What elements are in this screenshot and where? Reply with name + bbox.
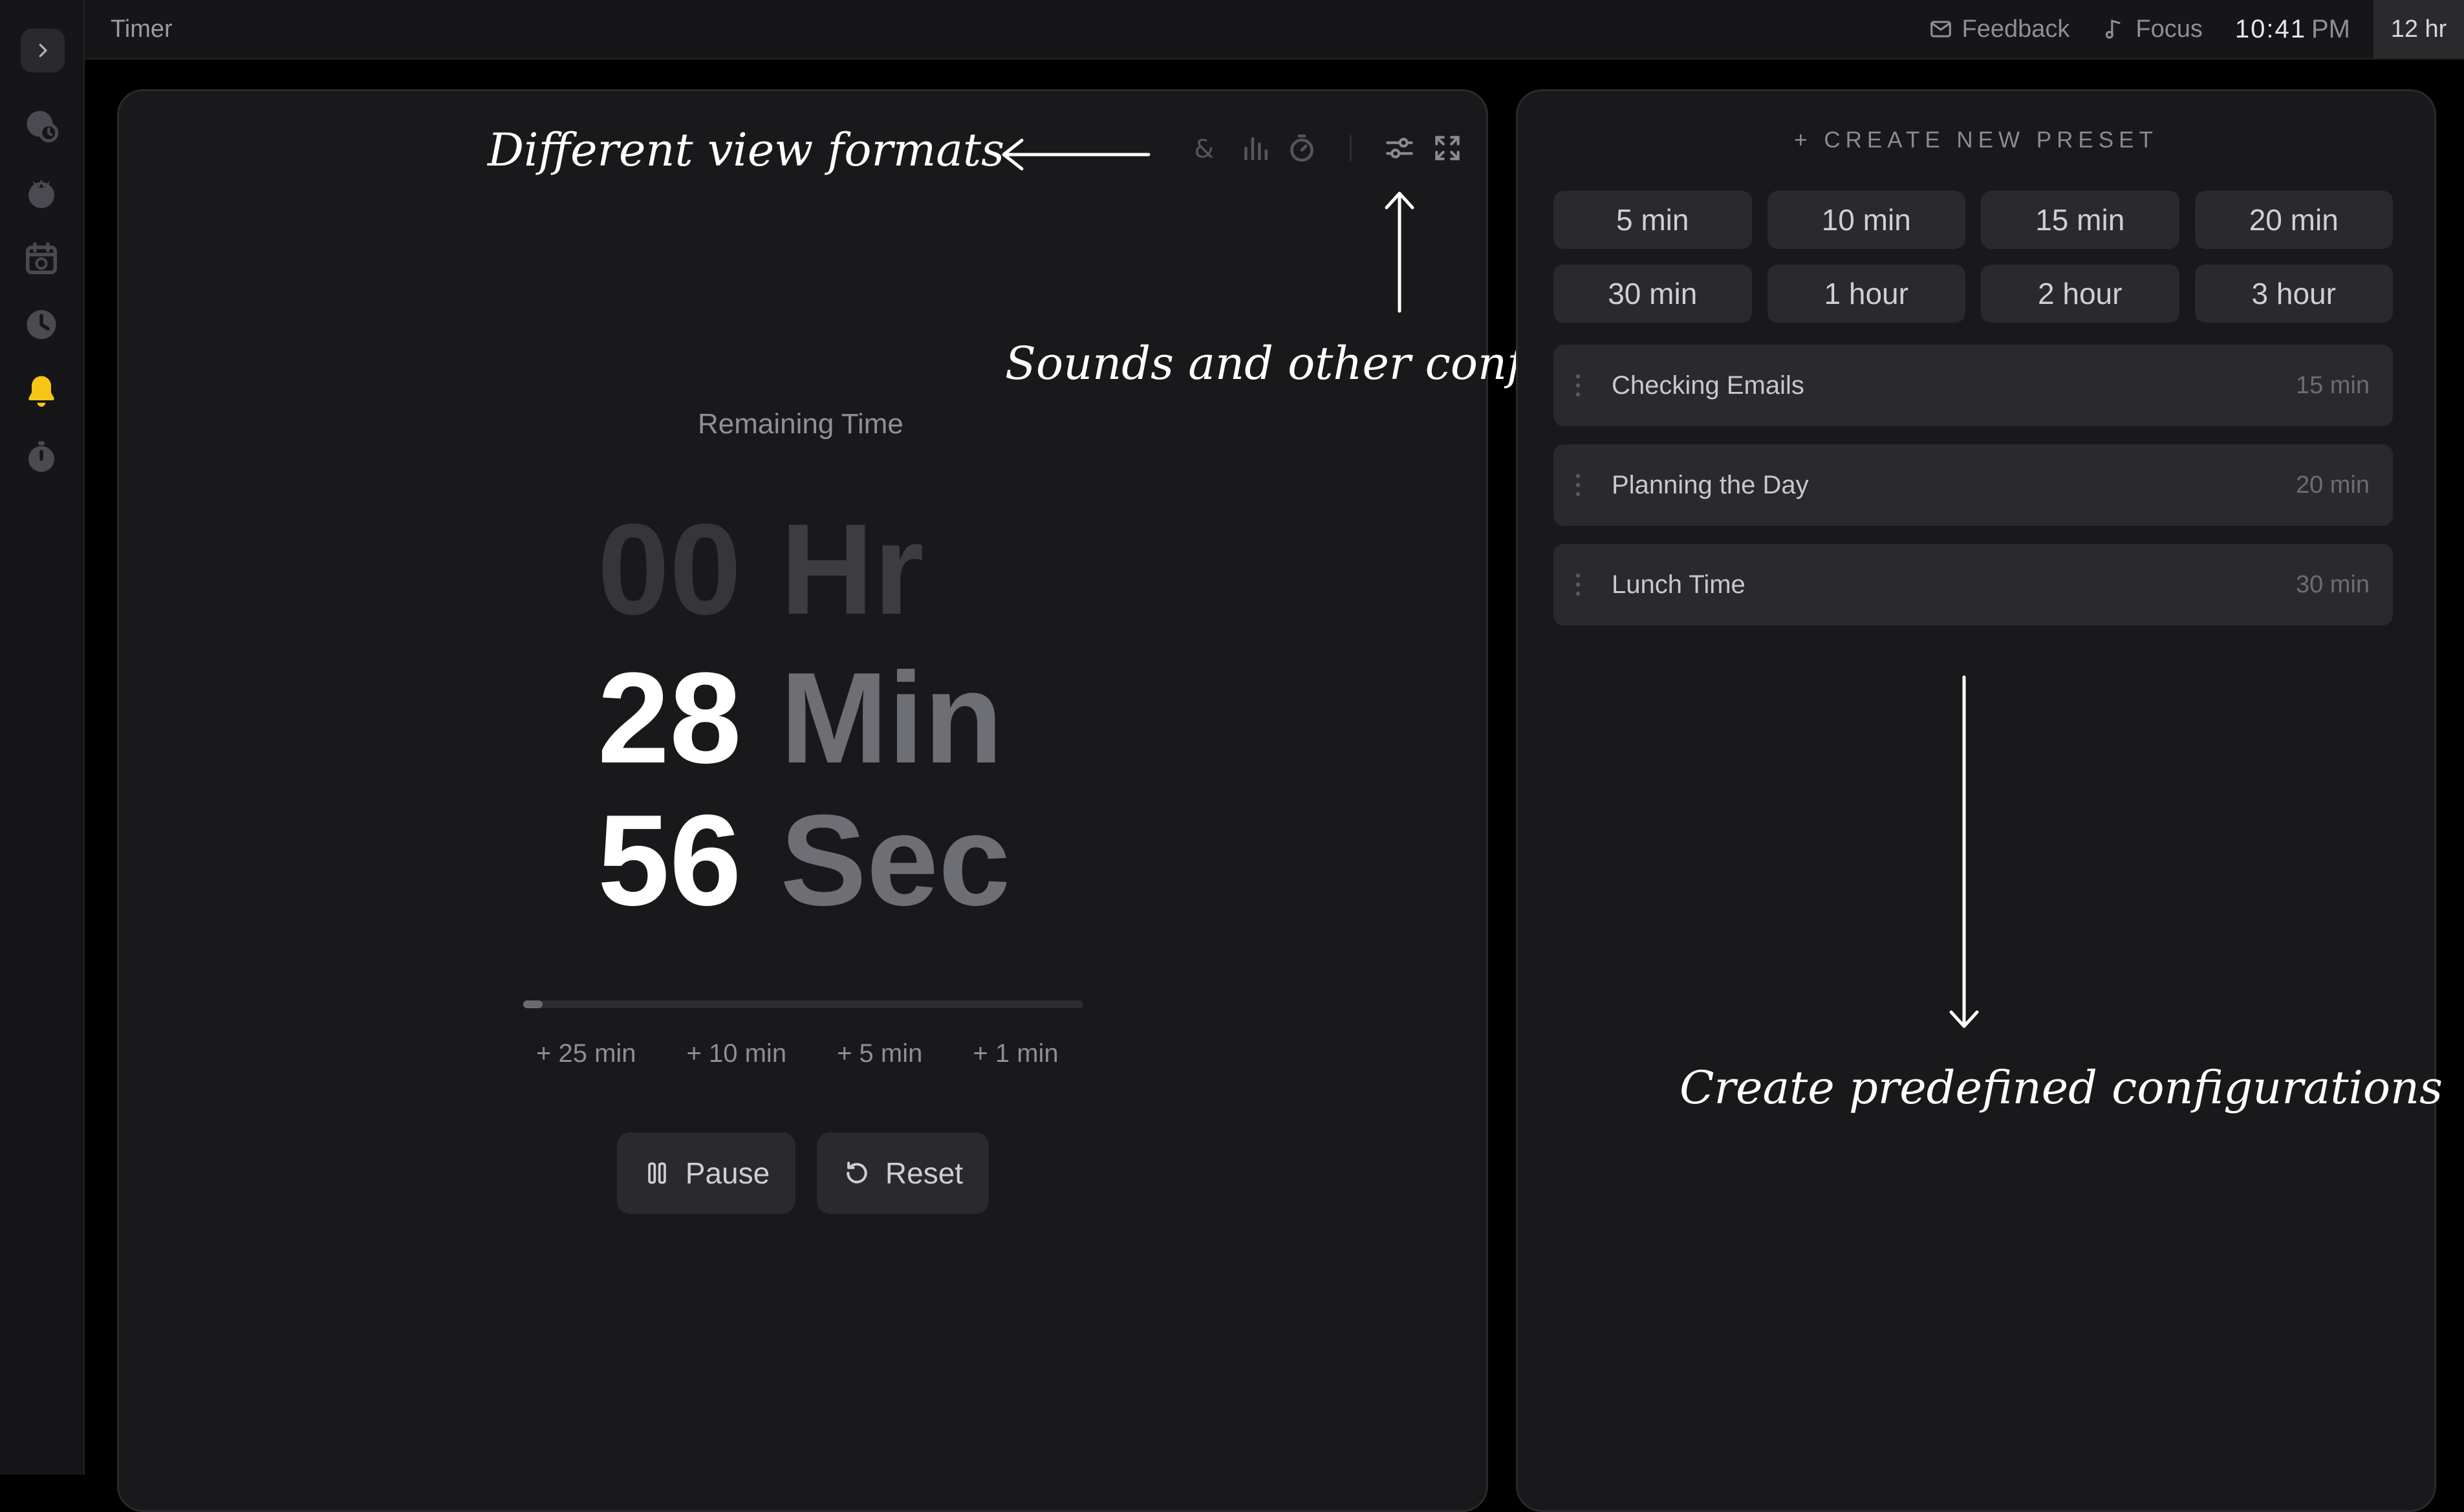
preset-label: Checking Emails <box>1612 371 1804 400</box>
drag-dots-icon <box>1575 374 1581 397</box>
arrow-down-annotation <box>1949 675 1979 1028</box>
preset-1-hour-button[interactable]: 1 hour <box>1767 265 1965 323</box>
seconds-value: 56 <box>598 788 742 933</box>
preset-30-min-button[interactable]: 30 min <box>1553 265 1752 323</box>
clock-icon <box>27 310 56 340</box>
add-10-min-button[interactable]: + 10 min <box>687 1039 787 1068</box>
arrow-left-annotation <box>1002 138 1151 171</box>
timer-panel: Different view formats & Sounds and othe… <box>117 89 1566 1512</box>
drag-handle[interactable] <box>1572 373 1584 398</box>
progress-bar <box>523 1000 1083 1008</box>
clock-ampm: PM <box>2311 14 2350 43</box>
hours-unit: Hr <box>780 497 924 642</box>
presets-panel: + CREATE NEW PRESET 5 min 10 min 15 min … <box>1516 89 2443 1512</box>
preset-5-min-button[interactable]: 5 min <box>1553 191 1752 249</box>
music-note-icon <box>2106 19 2121 39</box>
bell-icon <box>28 376 54 407</box>
sidebar-toggle-button[interactable] <box>21 28 65 72</box>
hours-value: 00 <box>598 497 742 642</box>
reset-button[interactable]: Reset <box>817 1132 989 1214</box>
view-toolbar: & <box>1189 131 1464 165</box>
feedback-label: Feedback <box>1961 15 2070 43</box>
top-bar: Timer Feedback Focus 10:41 PM 12 hr <box>85 0 2464 59</box>
calendar-icon <box>26 242 57 274</box>
add-25-min-button[interactable]: + 25 min <box>536 1039 636 1068</box>
clock-time: 10:41 <box>2234 14 2306 43</box>
sliders-icon <box>1386 138 1413 158</box>
bar-view-button[interactable] <box>1237 131 1271 165</box>
preset-2-hour-button[interactable]: 2 hour <box>1981 265 2179 323</box>
stopwatch-icon <box>28 441 54 472</box>
saved-presets-list: Checking Emails 15 min Planning the Day … <box>1553 345 2393 643</box>
list-item[interactable]: Checking Emails 15 min <box>1553 345 2393 426</box>
timer-icon <box>1290 134 1313 162</box>
preset-20-min-button[interactable]: 20 min <box>2194 191 2393 249</box>
minutes-unit: Min <box>780 646 1003 790</box>
seconds-unit: Sec <box>780 788 1011 933</box>
annotation-view-formats: Different view formats <box>488 124 1005 177</box>
chevron-right-icon <box>39 43 47 58</box>
fullscreen-button[interactable] <box>1431 131 1464 165</box>
drag-dots-icon <box>1575 473 1581 497</box>
arrow-up-annotation <box>1385 191 1414 313</box>
sidebar-item-timer[interactable] <box>22 371 61 410</box>
top-bar-right: Feedback Focus 10:41 PM 12 hr <box>1929 0 2464 58</box>
text-view-button[interactable]: & <box>1189 131 1223 165</box>
reset-label: Reset <box>885 1156 964 1190</box>
add-5-min-button[interactable]: + 5 min <box>837 1039 922 1068</box>
quick-preset-grid: 5 min 10 min 15 min 20 min 30 min 1 hour… <box>1553 191 2393 323</box>
sidebar-item-world-clock[interactable] <box>22 106 61 145</box>
preset-duration: 15 min <box>2295 371 2370 399</box>
preset-label: Lunch Time <box>1612 570 1745 599</box>
preset-duration: 30 min <box>2295 570 2370 598</box>
add-time-buttons: + 25 min + 10 min + 5 min + 1 min <box>536 1039 1109 1068</box>
ampersand-icon: & <box>1194 135 1214 164</box>
preset-10-min-button[interactable]: 10 min <box>1767 191 1965 249</box>
preset-duration: 20 min <box>2295 471 2370 499</box>
minutes-display: 28 Min <box>598 644 1003 793</box>
preset-label: Planning the Day <box>1612 470 1809 499</box>
world-clock-icon <box>27 111 59 143</box>
drag-handle[interactable] <box>1572 472 1584 498</box>
list-item[interactable]: Planning the Day 20 min <box>1553 444 2393 526</box>
annotation-predefined: Create predefined configurations <box>1680 1061 2443 1114</box>
annotation-sounds-config: Sounds and other config <box>1005 337 1566 390</box>
pause-label: Pause <box>685 1156 770 1190</box>
focus-label: Focus <box>2135 15 2203 43</box>
create-new-preset-button[interactable]: + CREATE NEW PRESET <box>1518 127 2434 153</box>
header-clock: 10:41 PM <box>2235 15 2350 44</box>
add-1-min-button[interactable]: + 1 min <box>973 1039 1058 1068</box>
pause-icon <box>648 1162 666 1184</box>
minutes-value: 28 <box>598 646 742 790</box>
settings-button[interactable] <box>1383 131 1416 165</box>
time-format-toggle[interactable]: 12 hr <box>2373 0 2464 58</box>
remaining-time-label: Remaining Time <box>698 408 903 440</box>
reset-icon <box>847 1161 867 1183</box>
preset-15-min-button[interactable]: 15 min <box>1981 191 2179 249</box>
sidebar <box>0 0 85 1474</box>
seconds-display: 56 Sec <box>598 786 1010 935</box>
preset-3-hour-button[interactable]: 3 hour <box>2194 265 2393 323</box>
feedback-button[interactable]: Feedback <box>1929 16 2070 43</box>
pause-button[interactable]: Pause <box>617 1132 795 1214</box>
tomato-icon <box>28 179 54 208</box>
drag-handle[interactable] <box>1572 572 1584 598</box>
progress-fill <box>523 1000 543 1008</box>
dial-view-button[interactable] <box>1285 131 1319 165</box>
sidebar-item-calendar[interactable] <box>22 239 61 278</box>
svg-text:&: & <box>1194 135 1214 164</box>
sidebar-item-clock[interactable] <box>22 305 61 344</box>
drag-dots-icon <box>1575 573 1581 596</box>
bar-chart-icon <box>1244 137 1268 160</box>
toolbar-divider <box>1350 135 1352 161</box>
sidebar-item-stopwatch[interactable] <box>22 437 61 476</box>
expand-icon <box>1435 136 1460 160</box>
app-title: Timer <box>111 16 173 43</box>
hours-display: 00 Hr <box>598 495 924 644</box>
mail-icon <box>1930 21 1951 38</box>
sidebar-item-pomodoro[interactable] <box>22 173 61 212</box>
focus-button[interactable]: Focus <box>2102 15 2203 43</box>
list-item[interactable]: Lunch Time 30 min <box>1553 544 2393 625</box>
